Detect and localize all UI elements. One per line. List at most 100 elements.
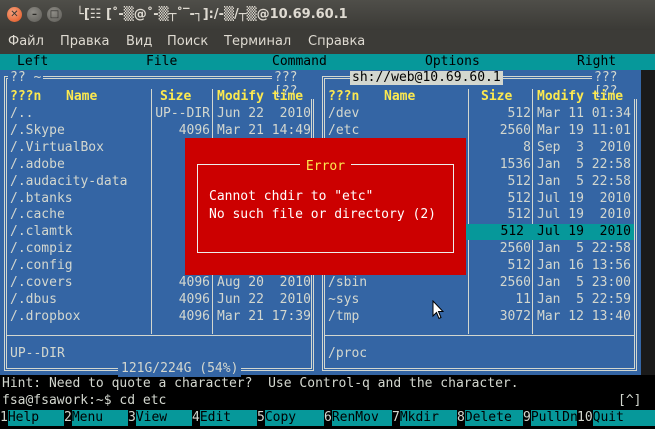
left-file-name: /.VirtualBox <box>10 139 104 155</box>
left-col-mtime[interactable]: Modify time <box>217 89 303 105</box>
fkey-pulldn[interactable]: 9PullDn <box>523 410 578 426</box>
left-file-row[interactable]: /.dbus 4096 Jun 22 2010 <box>0 292 318 308</box>
right-col-size[interactable]: Size <box>481 89 512 105</box>
fkey-copy[interactable]: 5Copy <box>257 410 324 426</box>
right-file-row[interactable]: 512 Jul 19 2010 <box>466 224 634 241</box>
right-file-name: ~sys <box>328 291 360 307</box>
right-file-mtime: Mar 12 13:40 <box>537 308 631 324</box>
menu-help[interactable]: Справка <box>308 34 365 49</box>
right-file-size: 512 <box>500 224 524 240</box>
menu-edit[interactable]: Правка <box>60 34 109 49</box>
left-file-name: /.clamtk <box>10 224 73 240</box>
mouse-cursor-icon <box>432 300 444 320</box>
left-file-name: /.dbus <box>10 291 57 307</box>
left-file-mtime: Aug 20 2010 <box>217 275 311 290</box>
mc-menu-options[interactable]: Options <box>425 54 480 70</box>
right-file-mtime: Jan 5 22:58 <box>537 241 631 257</box>
left-file-name: /.config <box>10 258 73 274</box>
right-file-row[interactable]: /etc 2560 Mar 19 11:01 <box>318 123 641 139</box>
error-message-line1: Cannot chdir to "etc" <box>209 189 374 204</box>
right-col-mtime[interactable]: Modify time <box>537 89 623 105</box>
left-file-name: /.audacity-data <box>10 173 128 189</box>
terminal-area[interactable]: Left File Command Options Right ?? ~ ???… <box>0 54 655 429</box>
fkey-quit[interactable]: 10Quit <box>577 410 655 426</box>
fkey-view[interactable]: 3View <box>128 410 192 426</box>
left-file-name: /.Skype <box>10 122 65 138</box>
function-key-bar: 1Help 2Menu 3View 4Edit 5Copy 6RenMov 7Mkdir 8D… <box>0 410 655 426</box>
left-disk-usage: 121G/224G (54%) <box>118 361 242 377</box>
right-file-name: /sbin <box>328 275 368 290</box>
left-file-row[interactable]: /.dropbox 4096 Mar 21 17:39 <box>0 309 318 325</box>
menu-search[interactable]: Поиск <box>167 34 208 49</box>
right-file-mtime: Jan 5 22:59 <box>537 291 631 307</box>
left-col-prefix: ???n <box>10 89 42 104</box>
fkey-number: 9 <box>523 410 531 425</box>
command-history-button[interactable]: [^] <box>618 393 641 409</box>
left-file-name: /.covers <box>10 275 73 290</box>
mc-menu-left[interactable]: Left <box>17 54 48 70</box>
left-col-size[interactable]: Size <box>160 89 191 105</box>
fkey-label: View <box>135 410 192 426</box>
menu-terminal[interactable]: Терминал <box>224 34 291 49</box>
left-file-mtime: Mar 21 17:39 <box>217 308 311 324</box>
right-file-size: 2560 <box>499 241 531 257</box>
minimize-window-button[interactable]: – <box>27 7 42 22</box>
error-dialog-title: Error <box>299 159 352 174</box>
mc-menu-right[interactable]: Right <box>577 54 616 70</box>
left-file-size: 4096 <box>178 291 210 307</box>
left-col-name[interactable]: Name <box>66 89 97 105</box>
right-file-mtime: Sep 3 2010 <box>537 139 631 155</box>
mc-menu-file[interactable]: File <box>146 54 177 70</box>
error-dialog[interactable]: Error Cannot chdir to "etc" No such file… <box>185 138 466 275</box>
command-line[interactable]: fsa@fsawork:~$ cd etc <box>2 393 166 409</box>
right-file-row[interactable]: ~sys 11 Jan 5 22:59 <box>318 292 641 308</box>
fkey-label: Delete <box>464 410 523 426</box>
hint-line: Hint: Need to quote a character? Use Con… <box>2 376 519 391</box>
left-panel-path[interactable]: ?? ~ <box>8 71 44 85</box>
maximize-icon: □ <box>49 9 60 20</box>
right-file-size: 2560 <box>499 275 531 290</box>
right-file-row[interactable]: /dev 512 Mar 11 01:34 <box>318 106 641 122</box>
fkey-delete[interactable]: 8Delete <box>457 410 523 426</box>
right-status: /proc <box>328 346 368 361</box>
right-file-mtime: Mar 11 01:34 <box>537 106 631 121</box>
right-panel-path[interactable]: sh://web@10.69.60.1 <box>350 71 503 85</box>
mc-menu-command[interactable]: Command <box>272 54 327 70</box>
terminal-scrollbar[interactable] <box>641 70 655 375</box>
close-window-button[interactable]: ✕ <box>7 7 22 22</box>
fkey-number: 6 <box>324 410 332 425</box>
right-file-row[interactable]: /tmp 3072 Mar 12 13:40 <box>318 309 641 325</box>
right-file-name: /etc <box>328 122 360 138</box>
close-icon: ✕ <box>10 9 19 20</box>
right-file-mtime: Jul 19 2010 <box>537 207 631 223</box>
left-file-name: /.. <box>10 106 34 121</box>
fkey-label: Menu <box>71 410 128 426</box>
window-titlebar: ✕ – □ └[☷ [˚-▒@˚-▒┬˚‾-┐]:/-▒/┬▒@10.69.60… <box>0 0 655 30</box>
right-file-size: 512 <box>507 190 531 206</box>
fkey-help[interactable]: 1Help <box>0 410 64 426</box>
right-col-prefix: ???n <box>328 89 360 104</box>
fkey-menu[interactable]: 2Menu <box>64 410 128 426</box>
fkey-label: Help <box>7 410 64 426</box>
terminal-menubar: Файл Правка Вид Поиск Терминал Справка <box>0 30 655 54</box>
left-status: UP--DIR <box>10 346 65 361</box>
maximize-window-button[interactable]: □ <box>47 7 62 22</box>
menu-file[interactable]: Файл <box>8 34 44 49</box>
mc-menubar: Left File Command Options Right <box>0 54 655 70</box>
menu-view[interactable]: Вид <box>126 34 152 49</box>
left-status-sep <box>6 335 312 336</box>
right-file-size: 512 <box>507 258 531 274</box>
fkey-label: RenMov <box>331 410 392 426</box>
fkey-renmov[interactable]: 6RenMov <box>324 410 392 426</box>
fkey-label: Copy <box>264 410 324 426</box>
left-file-row[interactable]: /.. UP--DIR Jun 22 2010 <box>0 106 318 122</box>
right-col-name[interactable]: Name <box>384 89 415 105</box>
fkey-number: 7 <box>392 410 400 425</box>
fkey-mkdir[interactable]: 7Mkdir <box>392 410 457 426</box>
left-file-row[interactable]: /.covers 4096 Aug 20 2010 <box>0 275 318 291</box>
right-file-row[interactable]: /sbin 2560 Jan 5 23:00 <box>318 275 641 291</box>
left-file-row[interactable]: /.Skype 4096 Mar 21 14:49 <box>0 123 318 139</box>
right-file-mtime: Jan 5 22:58 <box>537 156 631 172</box>
fkey-edit[interactable]: 4Edit <box>192 410 257 426</box>
fkey-label: Quit <box>592 410 655 426</box>
